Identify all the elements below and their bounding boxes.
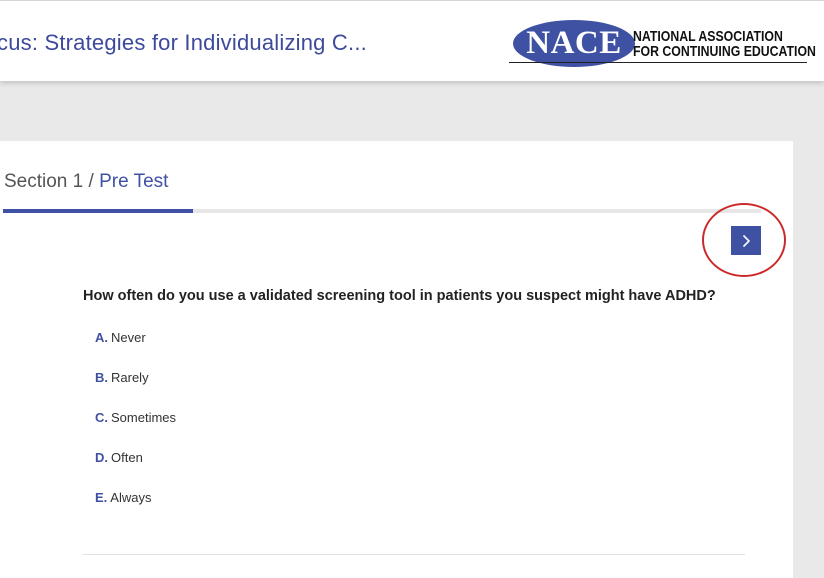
test-panel: Section 1 / Pre Test How often do you us…	[0, 141, 793, 578]
option-letter: D.	[95, 450, 108, 465]
header-bar: cus: Strategies for Individualizing C...…	[0, 0, 824, 81]
breadcrumb-separator: /	[83, 171, 100, 192]
answer-options: A. Never B. Rarely C. Sometimes D. Often E. A…	[95, 330, 176, 530]
progress-fill	[3, 209, 193, 213]
breadcrumb-current: Pre Test	[99, 171, 169, 192]
option-letter: B.	[95, 370, 108, 385]
option-letter: A.	[95, 330, 108, 345]
option-label: Often	[111, 450, 143, 465]
question-text: How often do you use a validated screeni…	[83, 288, 716, 304]
option-a[interactable]: A. Never	[95, 330, 176, 370]
option-label: Never	[111, 330, 146, 345]
option-e[interactable]: E. Always	[95, 490, 176, 530]
logo-mark: NACE	[513, 20, 635, 67]
breadcrumb: Section 1 / Pre Test	[4, 171, 168, 193]
option-d[interactable]: D. Often	[95, 450, 176, 490]
option-letter: E.	[95, 490, 108, 505]
breadcrumb-section: Section 1	[4, 171, 84, 192]
course-title: cus: Strategies for Individualizing C...	[0, 30, 367, 55]
logo-underline	[509, 62, 807, 63]
progress-bar	[3, 209, 761, 213]
option-label: Sometimes	[111, 410, 177, 425]
nace-logo: NACE NATIONAL ASSOCIATION FOR CONTINUING…	[509, 20, 816, 70]
logo-text-line2: FOR CONTINUING EDUCATION	[633, 43, 816, 60]
chevron-right-icon	[742, 234, 750, 248]
next-button[interactable]	[731, 226, 761, 255]
option-c[interactable]: C. Sometimes	[95, 410, 176, 450]
option-label: Always	[110, 490, 152, 505]
option-b[interactable]: B. Rarely	[95, 370, 176, 410]
option-letter: C.	[95, 410, 108, 425]
divider	[83, 554, 745, 555]
option-label: Rarely	[111, 370, 149, 385]
